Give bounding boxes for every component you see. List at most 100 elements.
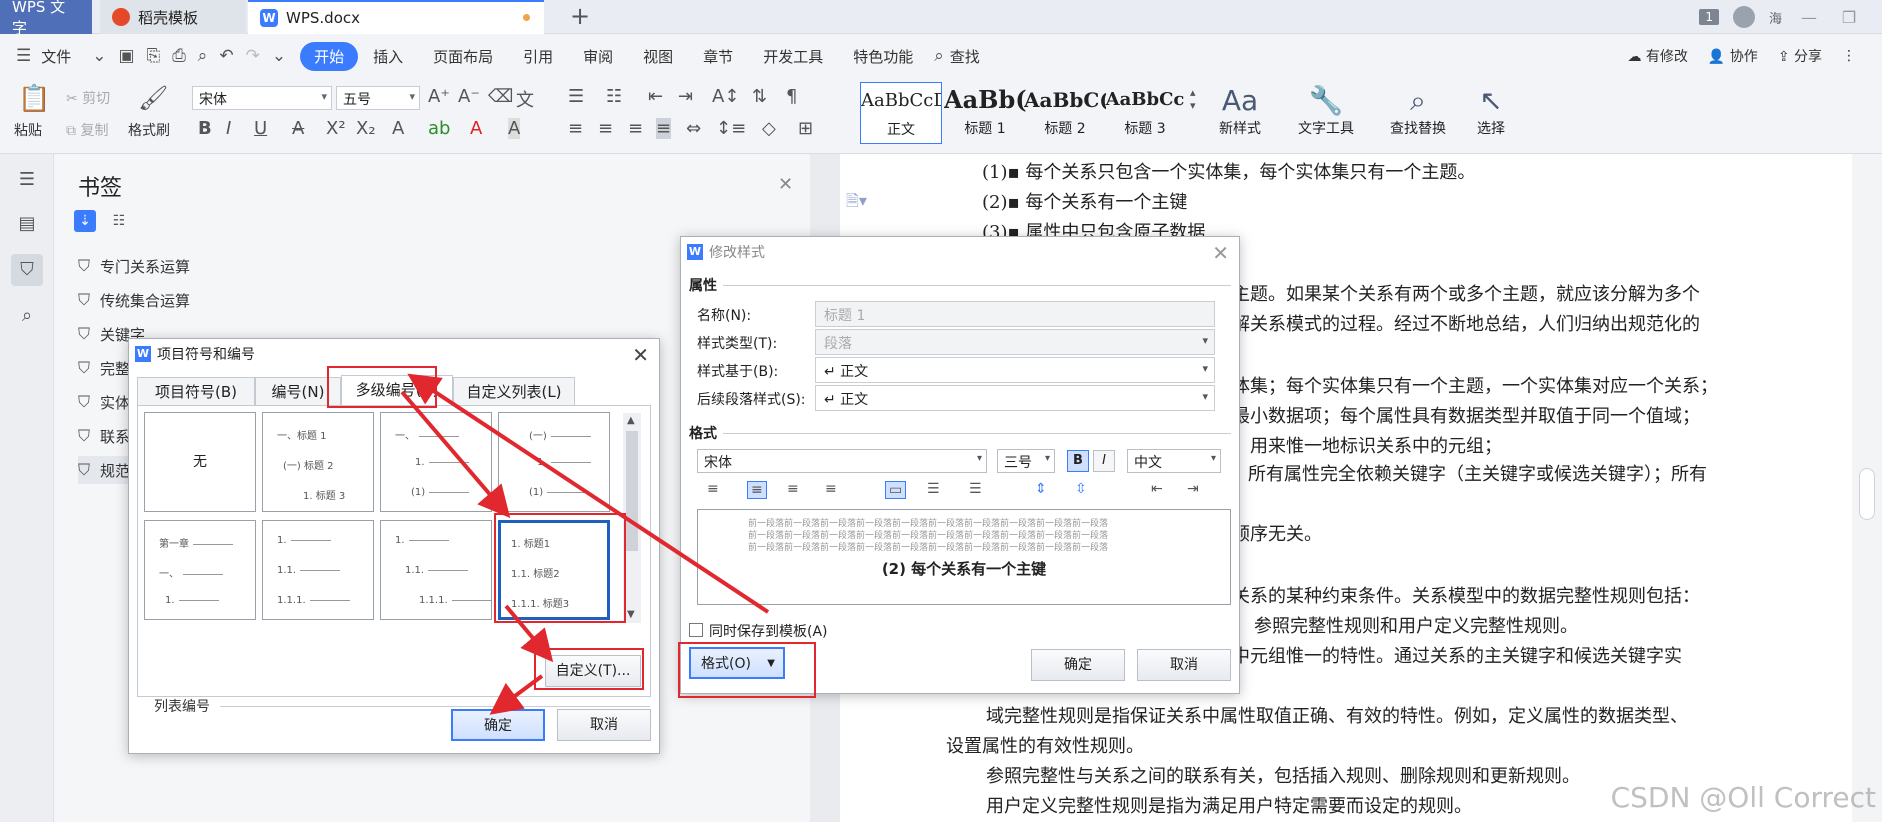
size-select[interactable]: 三号 bbox=[997, 449, 1055, 473]
numbering-option[interactable]: 1. 1.1. 1.1.1. bbox=[262, 520, 374, 620]
text-tools-button[interactable]: 🔧 文字工具 bbox=[1288, 84, 1364, 138]
numbering-option[interactable]: (一) 1. (1) bbox=[498, 412, 610, 512]
undo-icon[interactable]: ↶ bbox=[213, 46, 239, 66]
list-item[interactable]: ⛉ 实体 bbox=[78, 388, 130, 416]
menu-insert[interactable]: 插入 bbox=[358, 46, 418, 67]
chevron-down-icon[interactable]: ⌄ bbox=[86, 46, 112, 66]
clear-format-icon[interactable]: ⌫ bbox=[488, 86, 513, 107]
cut-button[interactable]: ✂ 剪切 bbox=[66, 88, 110, 108]
numbering-option[interactable]: 一、 1. (1) bbox=[380, 412, 492, 512]
page-icon[interactable]: ▤ bbox=[11, 208, 43, 240]
close-icon[interactable]: ✕ bbox=[632, 343, 649, 367]
close-icon[interactable]: ✕ bbox=[778, 174, 793, 195]
increase-indent-icon[interactable]: ⇥ bbox=[1187, 481, 1199, 497]
list-item[interactable]: ⛉ 专门关系运算 bbox=[78, 252, 190, 280]
shading-icon[interactable]: ◇ bbox=[762, 118, 776, 139]
menu-review[interactable]: 审阅 bbox=[568, 46, 628, 67]
align-right-icon[interactable]: ≡ bbox=[787, 481, 799, 497]
menu-page-layout[interactable]: 页面布局 bbox=[418, 46, 508, 67]
char-shading-icon[interactable]: A bbox=[508, 118, 521, 139]
decrease-spacing-icon[interactable]: ⇳ bbox=[1075, 481, 1087, 497]
distributed-icon[interactable]: ⇔ bbox=[686, 118, 701, 139]
list-item[interactable]: ⛉ 联系 bbox=[78, 422, 130, 450]
justify-icon[interactable]: ≡ bbox=[825, 481, 837, 497]
new-style-button[interactable]: Aa 新样式 bbox=[1210, 84, 1270, 138]
grow-font-icon[interactable]: A⁺ bbox=[428, 86, 450, 107]
tab-document[interactable]: W WPS.docx bbox=[248, 0, 544, 34]
underline-icon[interactable]: U bbox=[254, 118, 267, 139]
tab-template[interactable]: 稻壳模板 bbox=[100, 0, 246, 34]
print-preview-icon[interactable]: ⌕ bbox=[192, 46, 214, 66]
scroll-down-icon[interactable]: ▼ bbox=[627, 609, 635, 620]
ok-button[interactable]: 确定 bbox=[451, 709, 545, 741]
sort-icon[interactable]: ⇅ bbox=[752, 86, 767, 107]
select-button[interactable]: ↖ 选择 bbox=[1466, 84, 1516, 138]
paste-icon[interactable]: 📋 bbox=[18, 84, 50, 114]
add-tab-button[interactable]: + bbox=[570, 2, 590, 30]
strikethrough-icon[interactable]: A bbox=[292, 118, 304, 139]
redo-icon[interactable]: ↷ bbox=[240, 46, 266, 66]
style-heading-2[interactable]: AaBbC( 标题 2 bbox=[1024, 82, 1106, 144]
shrink-font-icon[interactable]: A⁻ bbox=[458, 86, 480, 107]
menu-view[interactable]: 视图 bbox=[628, 46, 688, 67]
numbered-list-icon[interactable]: ☷ bbox=[606, 86, 622, 107]
decrease-indent-icon[interactable]: ⇤ bbox=[648, 86, 663, 107]
chinese-layout-icon[interactable]: A↕ bbox=[712, 86, 739, 107]
user-name[interactable]: 海 bbox=[1769, 8, 1782, 27]
styles-more-icon[interactable]: ▴ ▾ bbox=[1190, 86, 1196, 112]
list-item[interactable]: ⛉ 完整 bbox=[78, 354, 130, 382]
style-type-select[interactable]: 段落 bbox=[815, 329, 1215, 355]
sort-by-name-icon[interactable]: ⇣ bbox=[74, 210, 96, 232]
paste-button[interactable]: 粘贴 bbox=[14, 120, 42, 140]
bullet-list-icon[interactable]: ☰ bbox=[568, 86, 584, 107]
ok-button[interactable]: 确定 bbox=[1031, 649, 1125, 681]
menu-developer[interactable]: 开发工具 bbox=[748, 46, 838, 67]
more-icon[interactable]: ⋮ bbox=[1842, 48, 1856, 64]
bold-button[interactable]: B bbox=[1067, 450, 1089, 472]
avatar[interactable] bbox=[1732, 6, 1755, 28]
font-name-select[interactable]: 宋体 bbox=[192, 86, 332, 110]
align-left-icon[interactable]: ≡ bbox=[568, 118, 583, 139]
bookmark-icon[interactable]: ⛉ bbox=[11, 254, 43, 286]
style-heading-3[interactable]: AaBbCc 标题 3 bbox=[1104, 82, 1186, 144]
sort-by-position-icon[interactable]: ☷ bbox=[108, 210, 130, 232]
close-icon[interactable]: ✕ bbox=[1212, 241, 1229, 265]
menu-references[interactable]: 引用 bbox=[508, 46, 568, 67]
page-count-badge[interactable]: 1 bbox=[1699, 9, 1719, 25]
bold-icon[interactable]: B bbox=[198, 118, 212, 139]
single-spacing-icon[interactable]: ▭ bbox=[885, 481, 907, 499]
chevron-down-icon[interactable]: ⌄ bbox=[266, 46, 292, 66]
align-right-icon[interactable]: ≡ bbox=[628, 118, 643, 139]
style-heading-1[interactable]: AaBb( 标题 1 bbox=[944, 82, 1026, 144]
show-marks-icon[interactable]: ¶ bbox=[786, 86, 797, 107]
numbering-option[interactable]: 1. 1.1. 1.1.1. bbox=[380, 520, 492, 620]
double-spacing-icon[interactable]: ☰ bbox=[969, 481, 982, 497]
based-on-select[interactable]: ↵ 正文 bbox=[815, 357, 1215, 383]
save-icon[interactable]: ▣ bbox=[113, 46, 141, 66]
cancel-button[interactable]: 取消 bbox=[1137, 649, 1231, 681]
find-replace-button[interactable]: ⌕ 查找替换 bbox=[1380, 84, 1456, 138]
output-icon[interactable]: ⎘ bbox=[141, 46, 167, 66]
font-size-select[interactable]: 五号 bbox=[336, 86, 420, 110]
has-changes-button[interactable]: ☁ 有修改 bbox=[1627, 46, 1687, 66]
italic-button[interactable]: I bbox=[1093, 450, 1115, 472]
tab-bullets[interactable]: 项目符号(B) bbox=[137, 377, 255, 405]
next-style-select[interactable]: ↵ 正文 bbox=[815, 385, 1215, 411]
justify-icon[interactable]: ≡ bbox=[656, 118, 672, 139]
scrollbar-thumb[interactable] bbox=[1859, 468, 1875, 520]
superscript-icon[interactable]: X² bbox=[326, 118, 346, 139]
italic-icon[interactable]: I bbox=[226, 118, 231, 139]
line-spacing-icon[interactable]: ↕≡ bbox=[716, 118, 746, 139]
menu-file[interactable]: 文件 bbox=[37, 46, 86, 67]
decrease-indent-icon[interactable]: ⇤ bbox=[1151, 481, 1163, 497]
one-half-spacing-icon[interactable]: ☰ bbox=[927, 481, 940, 497]
font-color-icon[interactable]: A bbox=[470, 118, 482, 139]
font-select[interactable]: 宋体 bbox=[697, 449, 987, 473]
highlight-icon[interactable]: ab bbox=[428, 118, 450, 139]
search-icon[interactable]: ⌕ bbox=[11, 300, 43, 332]
style-normal[interactable]: AaBbCcDd 正文 bbox=[860, 82, 942, 144]
text-effect-icon[interactable]: A bbox=[392, 118, 404, 139]
increase-indent-icon[interactable]: ⇥ bbox=[678, 86, 693, 107]
menu-find[interactable]: 查找 bbox=[950, 46, 995, 67]
list-item[interactable]: ⛉ 传统集合运算 bbox=[78, 286, 190, 314]
